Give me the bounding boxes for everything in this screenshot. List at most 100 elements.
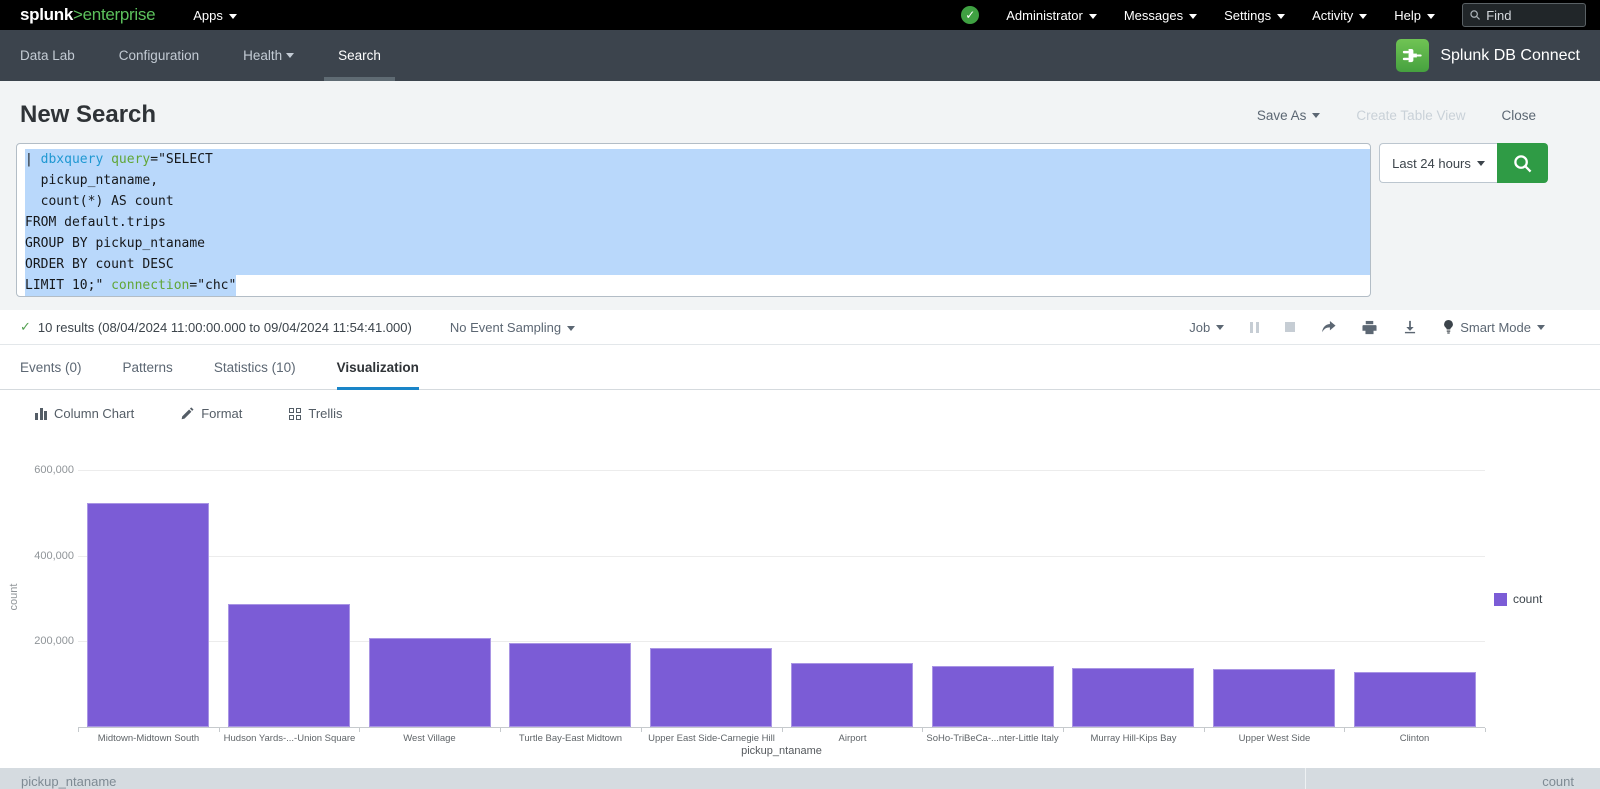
save-as-button[interactable]: Save As (1257, 108, 1321, 123)
splunk-logo[interactable]: splunk>enterprise (20, 5, 155, 25)
close-button[interactable]: Close (1501, 108, 1536, 123)
close-label: Close (1501, 108, 1536, 123)
event-sampling-label: No Event Sampling (450, 320, 561, 335)
share-button[interactable] (1321, 320, 1336, 335)
chevron-down-icon (567, 326, 575, 331)
x-tick-label: Turtle Bay-East Midtown (500, 733, 641, 744)
bar-midtown-midtown-south[interactable] (87, 503, 209, 727)
query-line: count(*) AS count (25, 191, 1370, 212)
apps-menu[interactable]: Apps (193, 8, 237, 23)
chevron-down-icon (286, 53, 294, 58)
bar-hudson-yards-union-square[interactable] (228, 604, 350, 727)
bar-upper-east-side-carnegie-hill[interactable] (650, 648, 772, 727)
page-header: New Search Save As Create Table View Clo… (0, 81, 1600, 129)
stop-button[interactable] (1285, 322, 1295, 332)
query-line: ORDER BY count DESC (25, 254, 1370, 275)
menu-settings[interactable]: Settings (1224, 8, 1285, 23)
check-icon: ✓ (20, 319, 31, 335)
legend-swatch (1494, 593, 1507, 606)
legend[interactable]: count (1494, 592, 1542, 606)
print-button[interactable] (1362, 320, 1377, 335)
tab-events[interactable]: Events (0) (20, 345, 82, 389)
chevron-down-icon (1359, 14, 1367, 19)
selected-text: LIMIT 10;" connection="chc" (25, 275, 236, 296)
appbar-item-configuration[interactable]: Configuration (97, 30, 221, 81)
appbar-item-label: Health (243, 48, 282, 63)
bar-soho-tribeca-nter-little-italy[interactable] (932, 666, 1054, 727)
menu-activity[interactable]: Activity (1312, 8, 1367, 23)
logo-gt: > (73, 5, 83, 24)
query-token: pickup_ntaname, (25, 173, 158, 188)
health-status-icon[interactable]: ✓ (961, 6, 979, 24)
x-tick-label: Upper East Side-Carnegie Hill (641, 733, 782, 744)
create-table-view-button[interactable]: Create Table View (1356, 108, 1465, 123)
column-header-pickup-ntaname[interactable]: pickup_ntaname (0, 768, 1306, 789)
tabs-bar: Events (0) Patterns Statistics (10) Visuali… (0, 345, 1600, 390)
y-tick-label: 400,000 (4, 550, 74, 562)
bar-upper-west-side[interactable] (1213, 669, 1335, 727)
trellis-icon (289, 408, 301, 420)
format-button[interactable]: Format (181, 406, 242, 421)
chevron-down-icon (1216, 325, 1224, 330)
x-axis-tick (500, 728, 501, 732)
menu-label: Messages (1124, 8, 1183, 23)
gridline (78, 556, 1485, 557)
smart-mode-dropdown[interactable]: Smart Mode (1443, 320, 1545, 335)
menu-administrator[interactable]: Administrator (1006, 8, 1097, 23)
search-input[interactable]: | dbxquery query="SELECT pickup_ntaname,… (16, 143, 1371, 297)
download-icon (1403, 320, 1417, 334)
trellis-button[interactable]: Trellis (289, 406, 342, 421)
apps-menu-label: Apps (193, 8, 223, 23)
find-input[interactable] (1486, 8, 1578, 23)
query-line: LIMIT 10;" connection="chc" (25, 275, 1370, 296)
search-button[interactable] (1497, 143, 1548, 183)
query-token: ="chc" (189, 278, 236, 293)
stop-icon (1285, 322, 1295, 332)
appbar-item-search[interactable]: Search (316, 30, 403, 81)
chart-type-button[interactable]: Column Chart (35, 406, 134, 421)
chevron-down-icon (1277, 14, 1285, 19)
x-axis-title: pickup_ntaname (78, 745, 1485, 757)
search-icon (1470, 9, 1480, 21)
x-tick-label: West Village (359, 733, 500, 744)
trellis-label: Trellis (308, 406, 342, 421)
chevron-down-icon (1189, 14, 1197, 19)
job-menu[interactable]: Job (1189, 320, 1224, 335)
chevron-down-icon (229, 14, 237, 19)
tab-visualization[interactable]: Visualization (337, 345, 419, 389)
chevron-down-icon (1477, 161, 1485, 166)
tab-patterns[interactable]: Patterns (123, 345, 173, 389)
query-token: FROM default.trips (25, 215, 166, 230)
db-connect-plug-icon (1396, 39, 1429, 72)
tab-statistics[interactable]: Statistics (10) (214, 345, 296, 389)
query-line: pickup_ntaname, (25, 170, 1370, 191)
find-search[interactable] (1462, 3, 1586, 27)
export-button[interactable] (1403, 320, 1417, 334)
appbar-item-data-lab[interactable]: Data Lab (0, 30, 97, 81)
query-token (103, 152, 111, 167)
selected-text: GROUP BY pickup_ntaname (25, 233, 1370, 254)
bar-turtle-bay-east-midtown[interactable] (509, 643, 631, 727)
appbar-item-health[interactable]: Health (221, 30, 316, 81)
bar-clinton[interactable] (1354, 672, 1476, 727)
query-token: dbxquery (41, 152, 104, 167)
smart-mode-label: Smart Mode (1460, 320, 1531, 335)
bar-airport[interactable] (791, 663, 913, 727)
menu-help[interactable]: Help (1394, 8, 1435, 23)
app-identity[interactable]: Splunk DB Connect (1396, 39, 1580, 72)
menu-messages[interactable]: Messages (1124, 8, 1197, 23)
pause-button[interactable] (1250, 322, 1259, 333)
query-token: count(*) AS count (25, 194, 174, 209)
column-header-count[interactable]: count (1306, 768, 1600, 789)
query-token: GROUP BY pickup_ntaname (25, 236, 205, 251)
query-token: ORDER BY count DESC (25, 257, 174, 272)
bar-west-village[interactable] (369, 638, 491, 727)
bar-murray-hill-kips-bay[interactable] (1072, 668, 1194, 727)
selected-text: count(*) AS count (25, 191, 1370, 212)
create-table-view-label: Create Table View (1356, 108, 1465, 123)
event-sampling-dropdown[interactable]: No Event Sampling (450, 320, 575, 335)
time-range-picker[interactable]: Last 24 hours (1379, 143, 1497, 183)
x-axis-tick (1485, 728, 1486, 732)
x-axis-tick (1204, 728, 1205, 732)
legend-label: count (1513, 592, 1542, 606)
